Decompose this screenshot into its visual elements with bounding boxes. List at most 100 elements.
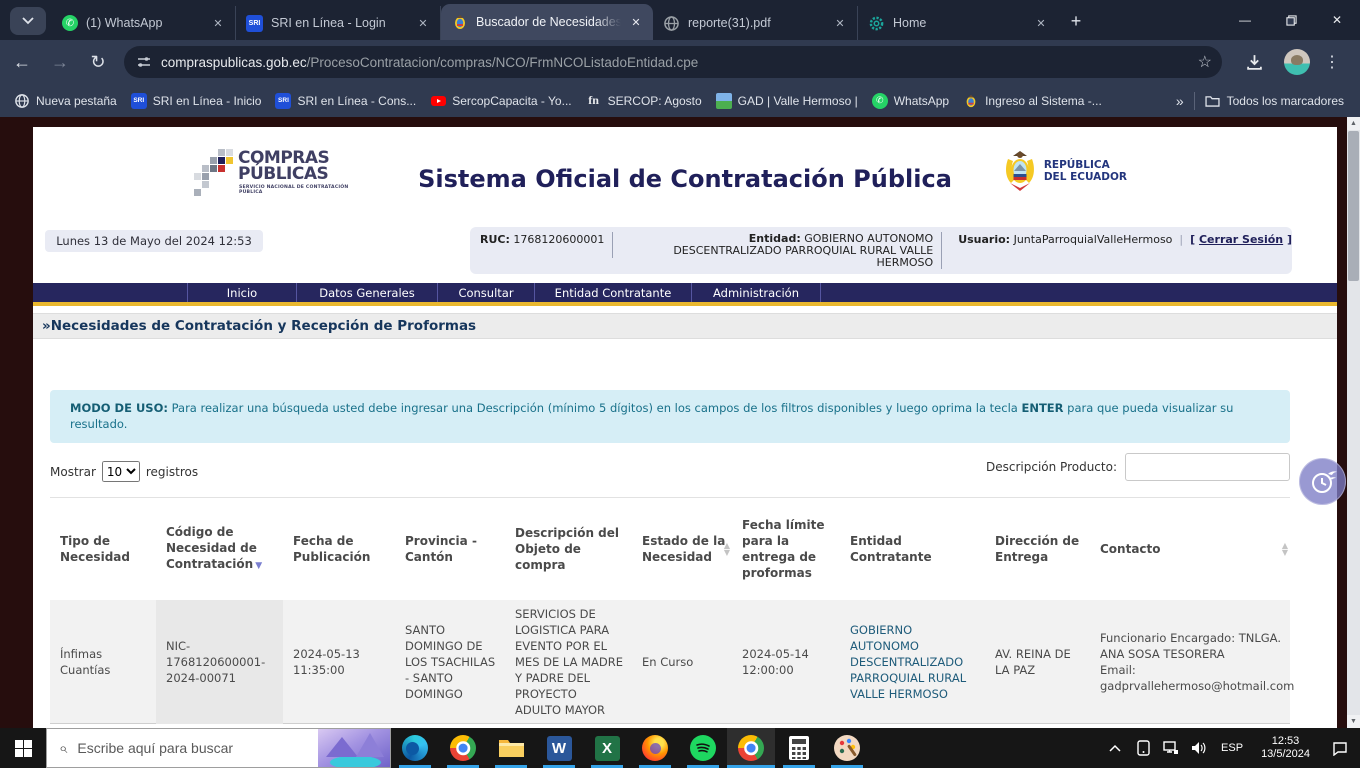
taskbar-app-edge[interactable] — [391, 728, 439, 768]
col-entidad-contratante[interactable]: Entidad Contratante — [840, 533, 985, 565]
language-indicator[interactable]: ESP — [1221, 742, 1243, 754]
col-contacto[interactable]: Contacto▲▼ — [1090, 541, 1290, 557]
bookmark-star-icon[interactable]: ☆ — [1198, 52, 1212, 72]
scroll-up-arrow[interactable]: ▲ — [1347, 117, 1360, 130]
nav-item-entidad-contratante[interactable]: Entidad Contratante — [535, 286, 691, 300]
taskbar-app-paint[interactable] — [823, 728, 871, 768]
bookmark-gad-valle-hermoso[interactable]: GAD | Valle Hermoso | — [716, 93, 858, 109]
site-settings-icon[interactable] — [136, 54, 152, 70]
cell-direccion: AV. REINA DE LA PAZ — [985, 640, 1090, 684]
taskbar-app-spotify[interactable] — [679, 728, 727, 768]
bookmark-whatsapp[interactable]: ✆ WhatsApp — [872, 93, 949, 109]
sort-icons[interactable]: ▲▼ — [724, 542, 730, 556]
bookmark-sri-inicio[interactable]: SRI SRI en Línea - Inicio — [131, 93, 262, 109]
close-button[interactable]: ✕ — [1314, 0, 1360, 40]
your-phone-icon[interactable] — [1131, 740, 1155, 756]
time-tracker-widget[interactable] — [1299, 458, 1346, 505]
col-tipo-necesidad[interactable]: Tipo de Necesidad — [50, 533, 156, 565]
browser-tabstrip: ✆ (1) WhatsApp ✕ SRI SRI en Línea - Logi… — [0, 0, 1360, 40]
minimize-button[interactable]: — — [1222, 0, 1268, 40]
sort-desc-icon[interactable]: ▼ — [255, 561, 262, 571]
col-fecha-limite[interactable]: Fecha límite para la entrega de proforma… — [732, 517, 840, 581]
network-icon[interactable] — [1159, 741, 1183, 755]
tab-close-icon[interactable]: ✕ — [414, 14, 432, 32]
firefox-icon — [642, 735, 668, 761]
col-estado-necesidad[interactable]: Estado de la Necesidad▲▼ — [632, 533, 732, 565]
taskbar-app-chrome[interactable] — [439, 728, 487, 768]
tab-close-icon[interactable]: ✕ — [209, 14, 227, 32]
address-bar[interactable]: compraspublicas.gob.ec/ProcesoContrataci… — [124, 46, 1222, 78]
col-fecha-publicacion[interactable]: Fecha de Publicación — [283, 533, 395, 565]
downloads-icon[interactable] — [1238, 46, 1270, 78]
bookmark-sercopcapacita[interactable]: SercopCapacita - Yo... — [430, 93, 571, 109]
tab-buscador-necesidades[interactable]: Buscador de Necesidades de ✕ — [441, 4, 653, 40]
new-tab-button[interactable]: + — [1062, 7, 1090, 35]
bookmark-ingreso-sistema[interactable]: Ingreso al Sistema -... — [963, 93, 1102, 109]
col-descripcion-objeto[interactable]: Descripción del Objeto de compra — [505, 525, 632, 573]
bookmark-todos-marcadores[interactable]: Todos los marcadores — [1205, 93, 1344, 109]
nav-item-administracion[interactable]: Administración — [692, 286, 820, 300]
col-direccion-entrega[interactable]: Dirección de Entrega — [985, 533, 1090, 565]
folder-icon — [1205, 93, 1221, 109]
page-scrollbar[interactable]: ▲ ▼ — [1347, 117, 1360, 728]
cell-provincia: SANTO DOMINGO DE LOS TSACHILAS - SANTO D… — [395, 616, 505, 708]
taskbar-clock[interactable]: 12:53 13/5/2024 — [1261, 735, 1310, 761]
bookmark-sercop-agosto[interactable]: fn SERCOP: Agosto — [586, 93, 702, 109]
contacto-email-label: Email: — [1100, 662, 1282, 678]
clock-date: 13/5/2024 — [1261, 748, 1310, 760]
tab-home[interactable]: Home ✕ — [858, 6, 1058, 40]
logout-link[interactable]: [ Cerrar Sesión ] — [1190, 233, 1292, 246]
tab-whatsapp[interactable]: ✆ (1) WhatsApp ✕ — [52, 6, 236, 40]
bookmark-nueva-pestana[interactable]: Nueva pestaña — [14, 93, 117, 109]
spotify-icon — [690, 735, 716, 761]
tab-close-icon[interactable]: ✕ — [831, 14, 849, 32]
tab-close-icon[interactable]: ✕ — [627, 13, 645, 31]
tab-close-icon[interactable]: ✕ — [1032, 14, 1050, 32]
descripcion-producto-input[interactable] — [1125, 453, 1290, 481]
col-provincia-canton[interactable]: Provincia - Cantón — [395, 533, 505, 565]
tray-expand-chevron[interactable] — [1103, 744, 1127, 752]
bookmark-sri-consultas[interactable]: SRI SRI en Línea - Cons... — [275, 93, 416, 109]
taskbar-app-firefox[interactable] — [631, 728, 679, 768]
action-center-icon[interactable] — [1320, 741, 1360, 756]
browser-menu-icon[interactable]: ⋮ — [1316, 46, 1348, 78]
bookmark-label: Nueva pestaña — [36, 94, 117, 108]
tab-sri-login[interactable]: SRI SRI en Línea - Login ✕ — [236, 6, 441, 40]
taskbar-app-word[interactable]: W — [535, 728, 583, 768]
tab-title: SRI en Línea - Login — [271, 16, 408, 30]
youtube-icon — [430, 93, 446, 109]
volume-icon[interactable] — [1187, 741, 1211, 755]
cell-entidad-link[interactable]: GOBIERNO AUTONOMO DESCENTRALIZADO PARROQ… — [840, 616, 985, 708]
maximize-icon — [1286, 15, 1297, 26]
nav-item-consultar[interactable]: Consultar — [438, 286, 534, 300]
ecuador-emblem-icon — [1002, 149, 1038, 193]
taskbar-app-explorer[interactable] — [487, 728, 535, 768]
forward-icon[interactable]: → — [44, 46, 76, 78]
nav-item-inicio[interactable]: Inicio — [188, 286, 296, 300]
profile-avatar[interactable] — [1284, 49, 1310, 75]
usage-prefix: MODO DE USO: — [70, 401, 168, 415]
start-button[interactable] — [0, 728, 46, 768]
taskbar-app-excel[interactable]: X — [583, 728, 631, 768]
sort-icons[interactable]: ▲▼ — [1282, 542, 1288, 556]
tab-search-chevron[interactable] — [10, 7, 46, 35]
scrollbar-thumb[interactable] — [1348, 131, 1359, 281]
gad-site-icon — [716, 93, 732, 109]
scroll-down-arrow[interactable]: ▼ — [1347, 715, 1360, 728]
taskbar-app-chrome-active[interactable] — [727, 728, 775, 768]
sri-icon: SRI — [131, 93, 147, 109]
usuario-field: Usuario: JuntaParroquialValleHermoso | [… — [950, 227, 1292, 274]
paint-palette-icon — [834, 735, 860, 761]
taskbar-app-calculator[interactable] — [775, 728, 823, 768]
tab-reporte-pdf[interactable]: reporte(31).pdf ✕ — [653, 6, 858, 40]
page-size-control: Mostrar 10 registros — [50, 461, 198, 482]
nav-item-datos-generales[interactable]: Datos Generales — [297, 286, 437, 300]
maximize-button[interactable] — [1268, 0, 1314, 40]
col-codigo-necesidad[interactable]: Código de Necesidad de Contratación▼ — [156, 524, 283, 574]
page-size-select[interactable]: 10 — [102, 461, 140, 482]
back-icon[interactable]: ← — [6, 46, 38, 78]
bookmarks-overflow-chevron[interactable]: » — [1176, 93, 1184, 109]
reload-icon[interactable]: ↻ — [82, 46, 114, 78]
ecuador-coat-of-arms-icon — [451, 14, 468, 31]
taskbar-search-box[interactable]: ⌕ Escribe aquí para buscar — [46, 728, 391, 768]
